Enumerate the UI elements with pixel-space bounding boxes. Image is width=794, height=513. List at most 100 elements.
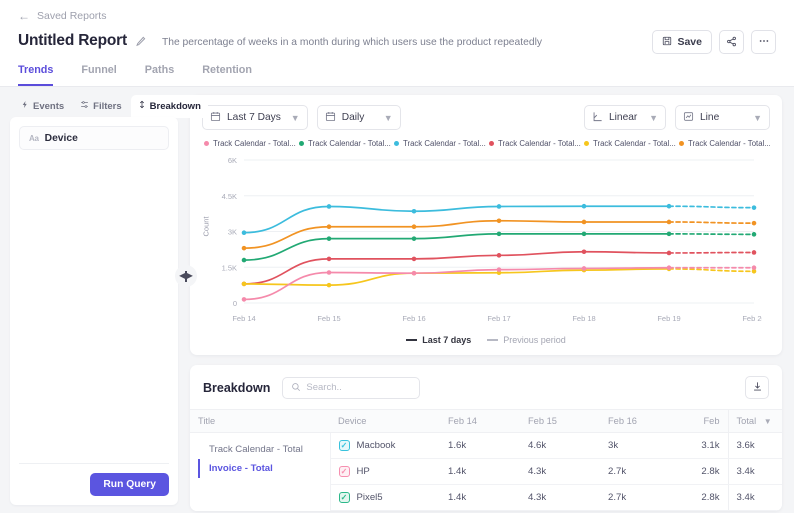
legend-color-dot xyxy=(299,141,304,146)
metric-cell: 4.3k xyxy=(520,458,600,485)
col-total-label: Total xyxy=(736,416,757,426)
col-device[interactable]: Device xyxy=(330,409,440,433)
sidebar-tabs: Events Filters Breakdown xyxy=(10,95,208,118)
sidebar-tab-events[interactable]: Events xyxy=(14,95,71,118)
download-icon xyxy=(752,379,763,397)
metric-cell: 2.8k xyxy=(680,458,728,485)
legend-color-dot xyxy=(584,141,589,146)
legend-label: Track Calendar - Total... xyxy=(498,139,581,148)
save-button[interactable]: Save xyxy=(652,30,712,54)
legend-color-dot xyxy=(489,141,494,146)
svg-text:Feb 17: Feb 17 xyxy=(487,314,510,323)
solid-line-swatch xyxy=(406,339,418,341)
svg-text:Feb 19: Feb 19 xyxy=(657,314,680,323)
metric-cell: 3.1k xyxy=(680,432,728,459)
chevron-down-icon[interactable]: ▼ xyxy=(764,417,772,426)
arrow-left-icon[interactable]: ← xyxy=(18,10,30,22)
sidebar-tab-breakdown[interactable]: Breakdown xyxy=(130,95,208,118)
breakdown-property-chip[interactable]: Aa Device xyxy=(19,126,169,150)
chevron-down-icon: ▼ xyxy=(753,112,762,123)
chart-type-select[interactable]: Line ▼ xyxy=(675,105,770,130)
chevron-down-icon: ▼ xyxy=(649,112,658,123)
scale-label: Linear xyxy=(609,112,638,123)
search-icon xyxy=(291,379,301,397)
y-axis-label: Count xyxy=(201,216,211,237)
breakdown-search[interactable] xyxy=(282,376,421,399)
chart-plot-area: Count 0 1.5K 3K 4.5K 6K Feb 14 Feb 15 Feb 16 Feb… xyxy=(202,154,770,329)
legend-item[interactable]: Track Calendar - Total... xyxy=(489,139,584,148)
more-options-button[interactable] xyxy=(751,30,776,54)
row-checkbox[interactable]: ✓ xyxy=(338,466,350,477)
share-button[interactable] xyxy=(719,30,744,54)
sidebar-footer: Run Query xyxy=(19,463,169,496)
chart-card: Last 7 Days ▼ Daily ▼ Linear ▼ Line ▼ Tr… xyxy=(190,95,782,355)
granularity-label: Daily xyxy=(341,112,365,123)
chart-series-legend: Last 7 days Previous period xyxy=(202,335,770,347)
svg-text:Feb 15: Feb 15 xyxy=(317,314,340,323)
calendar-icon xyxy=(210,111,221,125)
chevron-down-icon: ▼ xyxy=(383,112,393,123)
row-checkbox[interactable]: ✓ xyxy=(338,440,350,451)
breakdown-header: Breakdown xyxy=(190,365,782,409)
page-title: Untitled Report xyxy=(18,32,127,49)
sidebar-resize-handle[interactable]: ◀ ▶ xyxy=(175,265,197,287)
legend-item[interactable]: Track Calendar - Total... xyxy=(394,139,489,148)
legend-item[interactable]: Track Calendar - Total... xyxy=(584,139,679,148)
tab-funnel[interactable]: Funnel xyxy=(81,64,116,86)
scale-select[interactable]: Linear ▼ xyxy=(584,105,666,130)
legend-color-dot xyxy=(394,141,399,146)
total-cell: 3.4k xyxy=(727,484,782,511)
breakdown-title-item[interactable]: Track Calendar - Total xyxy=(198,440,322,459)
sidebar-panel: Aa Device Run Query xyxy=(10,117,178,505)
date-range-select[interactable]: Last 7 Days ▼ xyxy=(202,105,308,130)
device-cell: ✓ HP xyxy=(329,458,440,485)
breadcrumb-label[interactable]: Saved Reports xyxy=(37,10,106,22)
legend-current-period: Last 7 days xyxy=(406,335,471,345)
legend-label: Track Calendar - Total... xyxy=(688,139,770,148)
legend-item[interactable]: Track Calendar - Total... xyxy=(204,139,299,148)
ellipsis-icon xyxy=(758,35,770,50)
legend-item[interactable]: Track Calendar - Total... xyxy=(299,139,394,148)
granularity-select[interactable]: Daily ▼ xyxy=(316,105,401,130)
col-feb-15[interactable]: Feb 15 xyxy=(520,409,600,433)
breakdown-title-item[interactable]: Invoice - Total xyxy=(198,459,322,478)
col-total[interactable]: Total ▼ xyxy=(727,409,782,433)
title-cell: Track Calendar - Total Invoice - Total xyxy=(190,432,330,511)
page-header: ← Saved Reports Untitled Report The perc… xyxy=(0,0,794,87)
device-label: Pixel5 xyxy=(356,492,383,503)
chart-type-label: Line xyxy=(700,112,720,123)
metric-cell: 3k xyxy=(600,432,680,459)
previous-period-label: Previous period xyxy=(503,335,566,345)
tab-paths[interactable]: Paths xyxy=(145,64,174,86)
svg-text:0: 0 xyxy=(233,299,237,308)
calendar-icon xyxy=(325,111,336,125)
metric-cell: 2.8k xyxy=(680,484,728,511)
line-chart-icon xyxy=(683,111,694,125)
metric-cell: 1.4k xyxy=(440,484,520,511)
device-cell: ✓ Macbook xyxy=(329,432,440,459)
col-title[interactable]: Title xyxy=(190,409,330,433)
tab-trends[interactable]: Trends xyxy=(18,64,54,86)
table-row[interactable]: Track Calendar - Total Invoice - Total ✓ Ma… xyxy=(190,432,782,511)
device-label: Macbook xyxy=(356,440,396,451)
text-type-icon: Aa xyxy=(29,133,39,143)
breakdown-card: Breakdown Search.. Title Device Feb 14 F… xyxy=(190,365,782,511)
run-query-button[interactable]: Run Query xyxy=(90,473,169,496)
tab-retention[interactable]: Retention xyxy=(202,64,252,86)
search-input[interactable] xyxy=(306,382,412,393)
legend-label: Track Calendar - Total... xyxy=(213,139,296,148)
download-button[interactable] xyxy=(745,376,769,399)
col-feb-17[interactable]: Feb xyxy=(680,409,728,433)
sidebar-tab-label: Filters xyxy=(93,100,122,112)
row-checkbox[interactable]: ✓ xyxy=(338,492,350,503)
legend-item[interactable]: Track Calendar - Total... xyxy=(679,139,770,148)
pencil-icon[interactable] xyxy=(135,36,146,47)
col-feb-16[interactable]: Feb 16 xyxy=(600,409,680,433)
sidebar-tab-filters[interactable]: Filters xyxy=(73,95,129,118)
sidebar-tab-label: Breakdown xyxy=(149,100,201,112)
svg-text:Feb 16: Feb 16 xyxy=(402,314,425,323)
breadcrumb[interactable]: ← Saved Reports xyxy=(18,10,776,22)
col-feb-14[interactable]: Feb 14 xyxy=(440,409,520,433)
chart-controls: Last 7 Days ▼ Daily ▼ Linear ▼ Line ▼ xyxy=(202,105,770,130)
breakdown-icon xyxy=(138,100,146,112)
